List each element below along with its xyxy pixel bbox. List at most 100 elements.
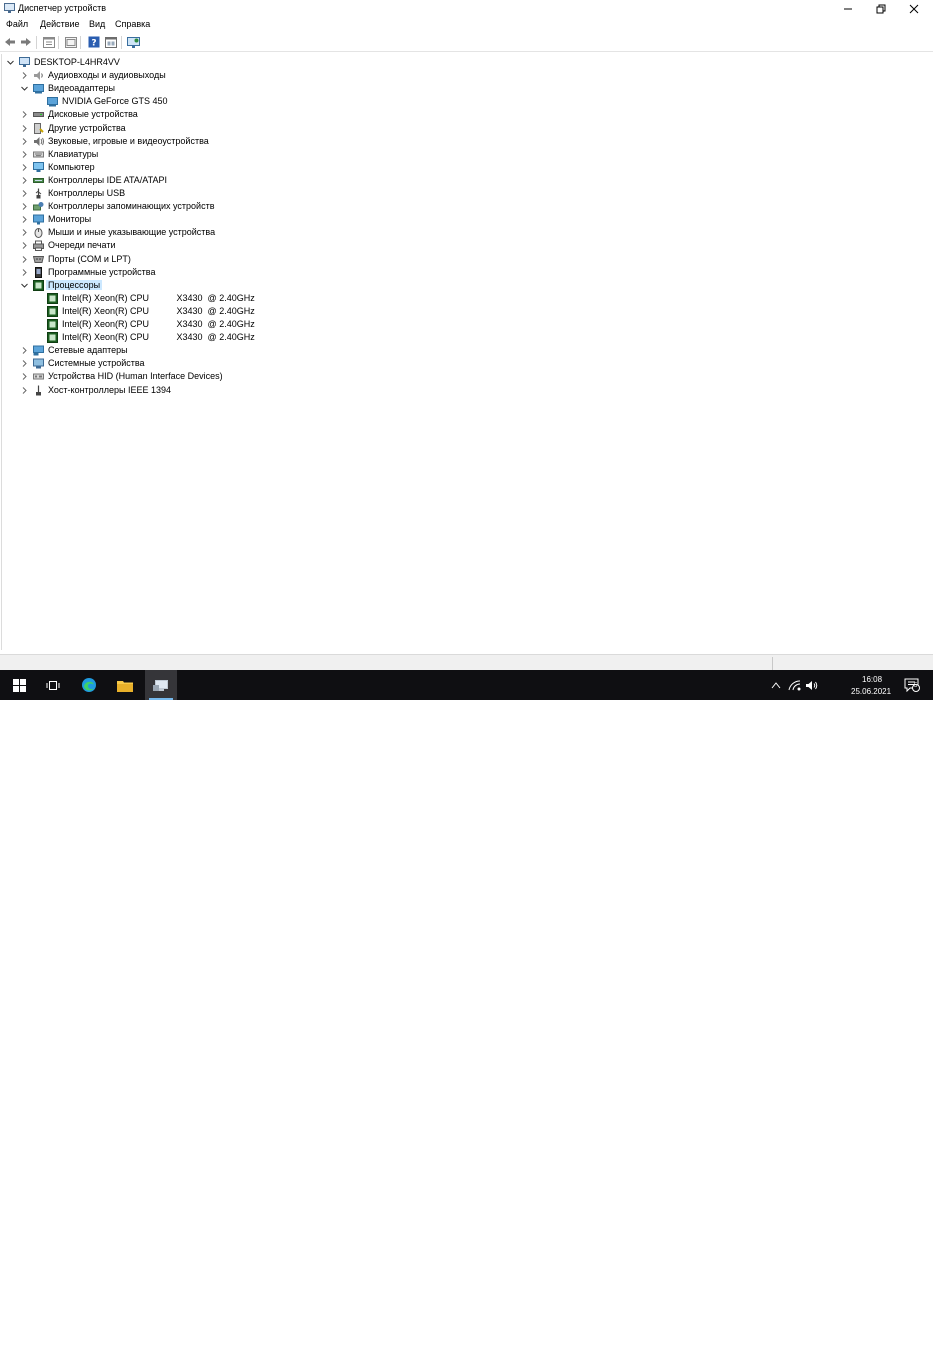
- tree-expander[interactable]: [20, 213, 29, 226]
- category-label: Аудиовходы и аудиовыходы: [48, 70, 166, 81]
- back-button[interactable]: [3, 36, 16, 48]
- tree-category[interactable]: Клавиатуры: [2, 148, 602, 161]
- tree-expander[interactable]: [20, 82, 29, 95]
- chevron-right-icon: [22, 177, 27, 184]
- tree-category[interactable]: Другие устройства: [2, 122, 602, 135]
- minimize-button[interactable]: [832, 0, 864, 17]
- tree-category[interactable]: Системные устройства: [2, 357, 602, 370]
- tree-category[interactable]: Хост-контроллеры IEEE 1394: [2, 384, 602, 397]
- tree-category[interactable]: Очереди печати: [2, 239, 602, 252]
- tree-category[interactable]: Сетевые адаптеры: [2, 344, 602, 357]
- tree-expander[interactable]: [20, 253, 29, 266]
- processor-icon: [47, 305, 58, 317]
- tree-category[interactable]: Звуковые, игровые и видеоустройства: [2, 135, 602, 148]
- tree-category[interactable]: Мыши и иные указывающие устройства: [2, 226, 602, 239]
- volume-button[interactable]: [803, 670, 819, 700]
- device-item[interactable]: Intel(R) Xeon(R) CPU X3430 @ 2.40GHz: [2, 318, 602, 331]
- tree-expander[interactable]: [20, 148, 29, 161]
- tree-expander[interactable]: [20, 161, 29, 174]
- tree-category[interactable]: Контроллеры запоминающих устройств: [2, 200, 602, 213]
- network-button[interactable]: [786, 670, 802, 700]
- tree-expander[interactable]: [20, 279, 29, 292]
- device-item[interactable]: Intel(R) Xeon(R) CPU X3430 @ 2.40GHz: [2, 292, 602, 305]
- menu-help[interactable]: Справка: [115, 19, 150, 29]
- tree-expander[interactable]: [20, 122, 29, 135]
- tree-expander[interactable]: [6, 56, 15, 69]
- menu-action[interactable]: Действие: [40, 19, 80, 29]
- tree-expander[interactable]: [20, 357, 29, 370]
- usb-icon: [35, 188, 42, 199]
- help-icon: ?: [88, 36, 99, 48]
- tree-expander[interactable]: [20, 266, 29, 279]
- tree-category[interactable]: Контроллеры IDE ATA/ATAPI: [2, 174, 602, 187]
- show-hidden-button[interactable]: [64, 36, 77, 48]
- device-tree[interactable]: DESKTOP-L4HR4VV Аудиовходы и аудиовыходы В…: [1, 54, 932, 650]
- tree-expander[interactable]: [20, 200, 29, 213]
- show-hidden-icons-button[interactable]: [768, 670, 784, 700]
- tree-category[interactable]: Видеоадаптеры: [2, 82, 602, 95]
- processor-icon: [33, 279, 44, 291]
- toolbar-separator: [36, 36, 37, 49]
- chevron-up-icon: [771, 682, 781, 689]
- display-adapter-icon: [47, 97, 58, 107]
- software-device-icon: [35, 266, 42, 278]
- device-manager-taskbar-button[interactable]: [145, 670, 177, 700]
- scan-hardware-button[interactable]: [127, 36, 140, 48]
- file-explorer-button[interactable]: [110, 670, 140, 700]
- category-label: Компьютер: [48, 161, 95, 172]
- device-item[interactable]: Intel(R) Xeon(R) CPU X3430 @ 2.40GHz: [2, 331, 602, 344]
- tree-root[interactable]: DESKTOP-L4HR4VV: [2, 56, 602, 69]
- close-icon: [909, 4, 919, 13]
- tree-expander[interactable]: [20, 174, 29, 187]
- tree-category[interactable]: Порты (COM и LPT): [2, 253, 602, 266]
- menu-view[interactable]: Вид: [89, 19, 105, 29]
- category-label: Другие устройства: [48, 122, 126, 133]
- device-manager-app-icon: [4, 3, 15, 13]
- tree-category[interactable]: Контроллеры USB: [2, 187, 602, 200]
- tree-expander[interactable]: [20, 108, 29, 121]
- volume-icon: [805, 680, 817, 690]
- tree-category[interactable]: Устройства HID (Human Interface Devices): [2, 370, 602, 383]
- ieee1394-icon: [36, 385, 41, 395]
- input-language-indicator[interactable]: РУС: [825, 1351, 841, 1360]
- start-button[interactable]: [4, 670, 34, 700]
- tree-expander[interactable]: [20, 226, 29, 239]
- tree-expander[interactable]: [20, 239, 29, 252]
- tree-category[interactable]: Программные устройства: [2, 266, 602, 279]
- tree-category[interactable]: Процессоры: [2, 279, 602, 292]
- tree-expander[interactable]: [20, 135, 29, 148]
- processor-icon: [47, 332, 58, 344]
- clock-time[interactable]: 16:08: [862, 675, 882, 684]
- tree-expander[interactable]: [20, 384, 29, 397]
- forward-button[interactable]: [19, 36, 32, 48]
- tree-expander[interactable]: [20, 344, 29, 357]
- tree-category[interactable]: Мониторы: [2, 213, 602, 226]
- restore-button[interactable]: [865, 0, 897, 17]
- device-item[interactable]: NVIDIA GeForce GTS 450: [2, 95, 602, 108]
- tree-category[interactable]: Дисковые устройства: [2, 108, 602, 121]
- tree-category[interactable]: Компьютер: [2, 161, 602, 174]
- device-label: Intel(R) Xeon(R) CPU X3430 @ 2.40GHz: [62, 332, 255, 343]
- close-button[interactable]: [898, 0, 930, 17]
- monitor-icon: [33, 214, 44, 225]
- chevron-down-icon: [21, 283, 28, 288]
- tree-category[interactable]: Аудиовходы и аудиовыходы: [2, 69, 602, 82]
- device-item[interactable]: Intel(R) Xeon(R) CPU X3430 @ 2.40GHz: [2, 305, 602, 318]
- tree-root-label: DESKTOP-L4HR4VV: [34, 57, 120, 67]
- category-label: Клавиатуры: [48, 148, 99, 159]
- help-button[interactable]: ?: [87, 36, 100, 48]
- properties-button[interactable]: [42, 36, 55, 48]
- tree-expander[interactable]: [20, 69, 29, 82]
- category-label: Устройства HID (Human Interface Devices): [48, 371, 223, 382]
- device-label: Intel(R) Xeon(R) CPU X3430 @ 2.40GHz: [62, 319, 255, 329]
- status-separator: [772, 657, 773, 670]
- menu-file[interactable]: Файл: [6, 19, 28, 29]
- tree-expander[interactable]: [20, 187, 29, 200]
- edge-button[interactable]: [74, 670, 104, 700]
- clock-date[interactable]: 25.06.2021: [851, 687, 891, 696]
- window-title: Диспетчер устройств: [18, 3, 106, 13]
- tree-expander[interactable]: [20, 370, 29, 383]
- device-view-button[interactable]: [104, 36, 117, 48]
- notification-center-button[interactable]: 5: [898, 670, 926, 700]
- task-view-button[interactable]: [38, 670, 68, 700]
